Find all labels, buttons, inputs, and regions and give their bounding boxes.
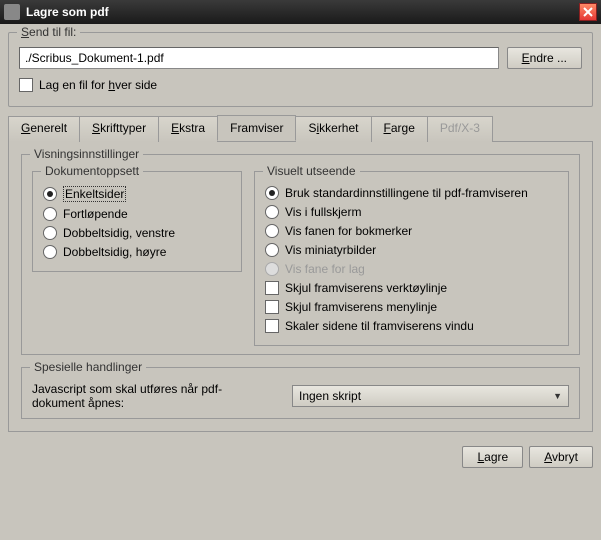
layout-double-right-radio[interactable] [43, 245, 57, 259]
cancel-button[interactable]: Avbryt [529, 446, 593, 468]
per-page-checkbox[interactable] [19, 78, 33, 92]
tab-pdfx3: Pdf/X-3 [427, 116, 493, 142]
layout-double-left-row[interactable]: Dobbeltsidig, venstre [43, 225, 231, 241]
app-icon [4, 4, 20, 20]
send-to-file-group: Send til fil: Endre ... Lag en fil for h… [8, 32, 593, 107]
send-to-file-legend: Send til fil: [17, 25, 80, 39]
hide-menubar-checkbox[interactable] [265, 300, 279, 314]
fit-window-row[interactable]: Skaler sidene til framviserens vindu [265, 318, 558, 334]
document-layout-legend: Dokumentoppsett [41, 164, 143, 178]
save-button[interactable]: Lagre [462, 446, 523, 468]
visual-fullscreen-row[interactable]: Vis i fullskjerm [265, 204, 558, 220]
window-title: Lagre som pdf [26, 5, 579, 19]
layout-continuous-row[interactable]: Fortløpende [43, 206, 231, 222]
special-actions-legend: Spesielle handlinger [30, 360, 146, 374]
tab-security[interactable]: Sikkerhet [295, 116, 371, 142]
visual-fullscreen-label: Vis i fullskjerm [285, 205, 361, 219]
visual-layers-label: Vis fane for lag [285, 262, 365, 276]
visual-thumbnails-label: Vis miniatyrbilder [285, 243, 376, 257]
js-script-select[interactable]: Ingen skript ▼ [292, 385, 569, 407]
visual-default-label: Bruk standardinnstillingene til pdf-fram… [285, 186, 528, 200]
visual-default-radio[interactable] [265, 186, 279, 200]
layout-single-label: Enkeltsider [63, 186, 126, 202]
layout-continuous-radio[interactable] [43, 207, 57, 221]
close-icon[interactable] [579, 3, 597, 21]
visual-thumbnails-radio[interactable] [265, 243, 279, 257]
view-settings-legend: Visningsinnstillinger [30, 147, 143, 161]
visual-default-row[interactable]: Bruk standardinnstillingene til pdf-fram… [265, 185, 558, 201]
layout-continuous-label: Fortløpende [63, 207, 128, 221]
chevron-down-icon: ▼ [553, 391, 562, 401]
visual-appearance-legend: Visuelt utseende [263, 164, 360, 178]
titlebar: Lagre som pdf [0, 0, 601, 24]
view-settings-group: Visningsinnstillinger Dokumentoppsett En… [21, 154, 580, 355]
tab-panel-viewer: Visningsinnstillinger Dokumentoppsett En… [8, 141, 593, 432]
change-button[interactable]: Endre ... [507, 47, 582, 69]
dialog-footer: Lagre Avbryt [0, 440, 601, 474]
hide-toolbar-label: Skjul framviserens verktøylinje [285, 281, 447, 295]
layout-double-left-radio[interactable] [43, 226, 57, 240]
per-page-label: Lag en fil for hver side [39, 78, 157, 92]
js-script-value: Ingen skript [299, 389, 361, 403]
fit-window-checkbox[interactable] [265, 319, 279, 333]
hide-toolbar-row[interactable]: Skjul framviserens verktøylinje [265, 280, 558, 296]
tab-color[interactable]: Farge [371, 116, 428, 142]
layout-double-right-label: Dobbeltsidig, høyre [63, 245, 166, 259]
file-path-input[interactable] [19, 47, 499, 69]
layout-single-row[interactable]: Enkeltsider [43, 185, 231, 203]
visual-appearance-group: Visuelt utseende Bruk standardinnstillin… [254, 171, 569, 346]
visual-thumbnails-row[interactable]: Vis miniatyrbilder [265, 242, 558, 258]
visual-bookmarks-label: Vis fanen for bokmerker [285, 224, 412, 238]
tab-viewer[interactable]: Framviser [217, 115, 296, 141]
visual-fullscreen-radio[interactable] [265, 205, 279, 219]
hide-menubar-label: Skjul framviserens menylinje [285, 300, 437, 314]
layout-single-radio[interactable] [43, 187, 57, 201]
document-layout-group: Dokumentoppsett Enkeltsider Fortløpende [32, 171, 242, 272]
special-actions-group: Spesielle handlinger Javascript som skal… [21, 367, 580, 419]
visual-bookmarks-row[interactable]: Vis fanen for bokmerker [265, 223, 558, 239]
tab-fonts[interactable]: Skrifttyper [79, 116, 159, 142]
visual-bookmarks-radio[interactable] [265, 224, 279, 238]
fit-window-label: Skaler sidene til framviserens vindu [285, 319, 474, 333]
tab-extra[interactable]: Ekstra [158, 116, 218, 142]
per-page-checkbox-row[interactable]: Lag en fil for hver side [19, 77, 582, 93]
hide-menubar-row[interactable]: Skjul framviserens menylinje [265, 299, 558, 315]
tab-bar: Generelt Skrifttyper Ekstra Framviser Si… [8, 115, 593, 141]
js-on-open-label: Javascript som skal utføres når pdf-doku… [32, 382, 272, 410]
hide-toolbar-checkbox[interactable] [265, 281, 279, 295]
tab-general[interactable]: Generelt [8, 116, 80, 142]
layout-double-left-label: Dobbeltsidig, venstre [63, 226, 175, 240]
visual-layers-row: Vis fane for lag [265, 261, 558, 277]
layout-double-right-row[interactable]: Dobbeltsidig, høyre [43, 244, 231, 260]
visual-layers-radio [265, 262, 279, 276]
